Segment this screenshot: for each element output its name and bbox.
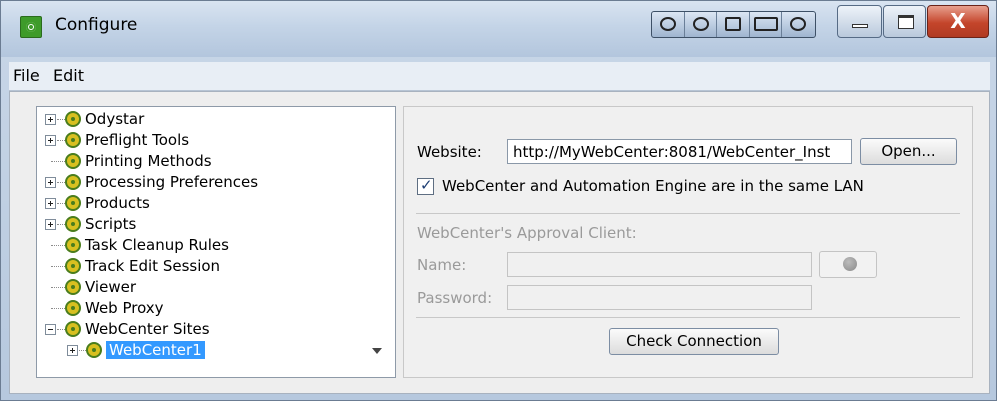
name-label: Name: (417, 256, 467, 274)
tree-item-label: Web Proxy (85, 299, 164, 317)
tree-item-label: Preflight Tools (85, 131, 190, 149)
window-title: Configure (55, 15, 138, 35)
gear-icon (66, 217, 80, 231)
tree-item-odystar[interactable]: Odystar (37, 109, 367, 130)
password-label: Password: (417, 289, 493, 307)
tree-item-label: Track Edit Session (85, 257, 221, 275)
tree-item-web-proxy[interactable]: Web Proxy (37, 298, 367, 319)
minimize-button[interactable] (837, 5, 882, 38)
tree-item-viewer[interactable]: Viewer (37, 277, 367, 298)
expand-icon[interactable] (45, 135, 56, 146)
maximize-button[interactable] (883, 5, 926, 38)
tool-record-icon[interactable] (652, 12, 685, 37)
gear-icon (66, 259, 80, 273)
open-button[interactable]: Open... (860, 138, 957, 165)
gear-icon (66, 322, 80, 336)
content-area: Odystar Preflight Tools Printing Methods (9, 91, 990, 394)
tool-circle-icon[interactable] (782, 12, 815, 37)
tree-item-processing-preferences[interactable]: Processing Preferences (37, 172, 367, 193)
tree-item-label: Processing Preferences (85, 173, 259, 191)
expand-icon[interactable] (67, 345, 78, 356)
gear-icon (66, 196, 80, 210)
gear-icon (66, 133, 80, 147)
check-icon: ✓ (420, 176, 433, 194)
check-connection-button[interactable]: Check Connection (609, 328, 779, 355)
gear-icon (66, 175, 80, 189)
tree-item-label: Task Cleanup Rules (85, 236, 229, 254)
app-configure-icon (20, 16, 42, 38)
tree-item-label: WebCenter1 (106, 341, 205, 359)
info-icon (843, 257, 857, 271)
tree-item-preflight-tools[interactable]: Preflight Tools (37, 130, 367, 151)
same-lan-label: WebCenter and Automation Engine are in t… (442, 177, 864, 195)
webcenter-settings-panel: Website: http://MyWebCenter:8081/WebCent… (403, 106, 973, 378)
tool-eye-icon[interactable] (685, 12, 718, 37)
close-button[interactable]: X (927, 5, 989, 38)
tree-item-products[interactable]: Products (37, 193, 367, 214)
info-button[interactable] (819, 251, 877, 278)
tree-item-webcenter-sites[interactable]: WebCenter Sites (37, 319, 367, 340)
expand-icon[interactable] (45, 114, 56, 125)
tree-item-label: Odystar (85, 110, 145, 128)
tree-item-label: Products (85, 194, 150, 212)
settings-tree[interactable]: Odystar Preflight Tools Printing Methods (36, 106, 396, 378)
scroll-down-icon[interactable] (372, 348, 382, 354)
gear-icon (66, 112, 80, 126)
website-input[interactable]: http://MyWebCenter:8081/WebCenter_Inst (507, 139, 852, 164)
title-tools-group (651, 11, 816, 38)
password-field[interactable] (507, 285, 812, 310)
configure-window: Configure X File Edit Odystar Preflight … (0, 0, 997, 401)
tree-item-track-edit-session[interactable]: Track Edit Session (37, 256, 367, 277)
name-field[interactable] (507, 252, 812, 277)
same-lan-checkbox[interactable]: ✓ (417, 176, 434, 195)
tree-item-label: WebCenter Sites (85, 320, 210, 338)
approval-client-label: WebCenter's Approval Client: (417, 224, 637, 242)
tool-keyboard-icon[interactable] (750, 12, 783, 37)
gear-icon (66, 280, 80, 294)
minimize-icon (852, 24, 868, 28)
expand-icon[interactable] (45, 219, 56, 230)
website-label: Website: (417, 143, 482, 161)
gear-icon (66, 238, 80, 252)
collapse-icon[interactable] (45, 324, 56, 335)
expand-icon[interactable] (45, 198, 56, 209)
tree-item-label: Printing Methods (85, 152, 212, 170)
menu-file[interactable]: File (13, 66, 40, 85)
tree-item-label: Scripts (85, 215, 137, 233)
separator (416, 213, 960, 214)
menu-edit[interactable]: Edit (53, 66, 84, 85)
tool-filter-icon[interactable] (717, 12, 750, 37)
tree-item-label: Viewer (85, 278, 136, 296)
expand-icon[interactable] (45, 177, 56, 188)
close-icon: X (950, 9, 966, 33)
gear-icon (66, 154, 80, 168)
tree-item-webcenter1[interactable]: WebCenter1 (37, 340, 367, 361)
tree-item-scripts[interactable]: Scripts (37, 214, 367, 235)
gear-icon (66, 301, 80, 315)
separator (416, 317, 960, 318)
tree-item-task-cleanup-rules[interactable]: Task Cleanup Rules (37, 235, 367, 256)
gear-icon (87, 343, 101, 357)
tree-item-printing-methods[interactable]: Printing Methods (37, 151, 367, 172)
menu-bar: File Edit (9, 62, 990, 91)
title-bar[interactable]: Configure X (1, 1, 996, 57)
maximize-icon (898, 15, 914, 29)
